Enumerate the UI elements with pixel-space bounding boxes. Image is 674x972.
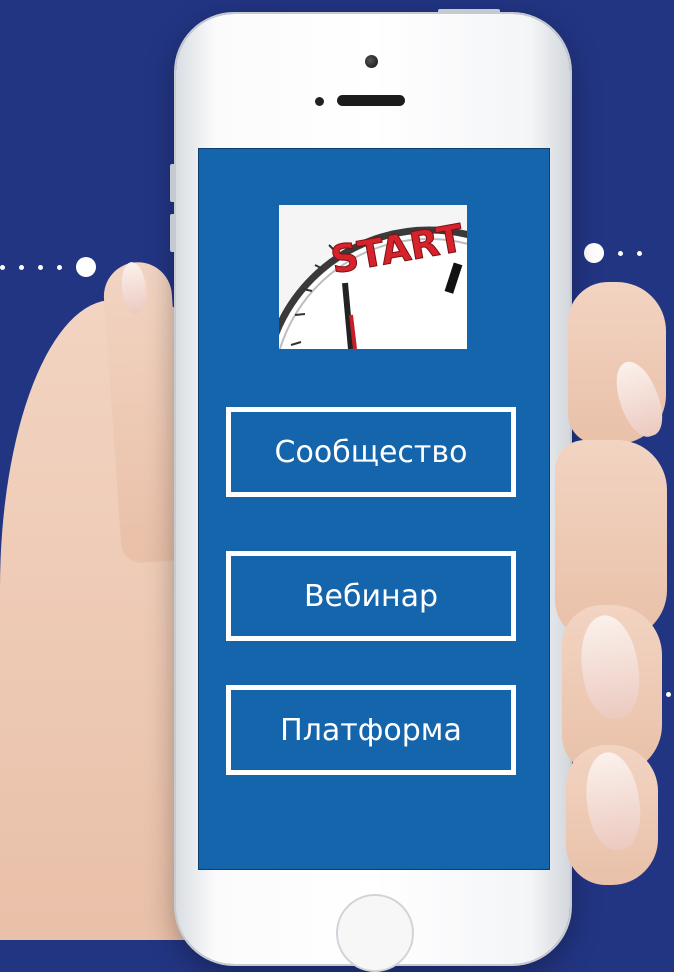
dotted-line-right-top [584, 243, 656, 263]
sensor-icon [315, 97, 324, 106]
dotted-line-left-top [0, 257, 96, 277]
dot-large [584, 243, 604, 263]
earpiece-speaker [337, 95, 405, 106]
front-camera-icon [365, 55, 378, 68]
dot-large [76, 257, 96, 277]
start-stopwatch-image: START [279, 205, 467, 349]
power-button [438, 9, 500, 14]
dot [637, 250, 642, 256]
volume-button [170, 214, 175, 252]
webinar-button[interactable]: Вебинар [226, 551, 516, 641]
dot [666, 691, 671, 697]
community-button[interactable]: Сообщество [226, 407, 516, 497]
dot [0, 264, 5, 270]
stopwatch-icon: START [279, 205, 467, 349]
dot [38, 264, 43, 270]
smartphone: START Сообщество Вебинар Платформа [170, 9, 570, 972]
platform-button[interactable]: Платформа [226, 685, 516, 775]
volume-button [170, 164, 175, 202]
app-screen: START Сообщество Вебинар Платформа [198, 148, 550, 870]
home-button[interactable] [336, 894, 414, 972]
dot [57, 264, 62, 270]
dot [19, 264, 24, 270]
dot [618, 250, 623, 256]
